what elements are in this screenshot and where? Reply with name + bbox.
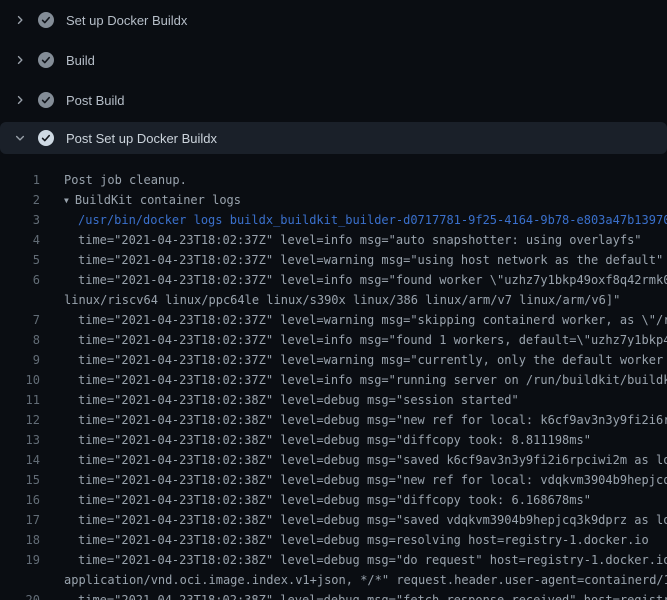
log-line: 3/usr/bin/docker logs buildx_buildkit_bu…	[0, 210, 667, 230]
log-line-number	[0, 290, 40, 310]
log-line-number[interactable]: 20	[0, 590, 40, 600]
check-circle-icon	[38, 130, 54, 146]
log-line: 5time="2021-04-23T18:02:37Z" level=warni…	[0, 250, 667, 270]
log-group-label: BuildKit container logs	[75, 193, 241, 207]
log-line: 15time="2021-04-23T18:02:38Z" level=debu…	[0, 470, 667, 490]
log-line-text: time="2021-04-23T18:02:37Z" level=warnin…	[40, 310, 667, 330]
log-output: 1Post job cleanup.2 ▼ BuildKit container l…	[0, 170, 667, 600]
log-line-number[interactable]: 14	[0, 450, 40, 470]
log-line: 14time="2021-04-23T18:02:38Z" level=debu…	[0, 450, 667, 470]
log-line: 4time="2021-04-23T18:02:37Z" level=info …	[0, 230, 667, 250]
log-line-text: time="2021-04-23T18:02:37Z" level=warnin…	[40, 250, 663, 270]
log-line: 11time="2021-04-23T18:02:38Z" level=debu…	[0, 390, 667, 410]
log-line: 20time="2021-04-23T18:02:38Z" level=debu…	[0, 590, 667, 600]
log-line-text: time="2021-04-23T18:02:38Z" level=debug …	[40, 530, 649, 550]
log-line-text: Post job cleanup.	[40, 170, 187, 190]
log-line-text: time="2021-04-23T18:02:38Z" level=debug …	[40, 430, 591, 450]
log-line-number[interactable]: 2	[0, 190, 40, 210]
log-line-text: time="2021-04-23T18:02:38Z" level=debug …	[40, 550, 667, 570]
step-row-post-set-up-docker-buildx[interactable]: Post Set up Docker Buildx	[0, 122, 667, 154]
log-line-number[interactable]: 17	[0, 510, 40, 530]
check-circle-icon	[38, 12, 54, 28]
log-line-number[interactable]: 15	[0, 470, 40, 490]
log-line-number[interactable]: 4	[0, 230, 40, 250]
log-line-number[interactable]: 18	[0, 530, 40, 550]
log-line-number[interactable]: 10	[0, 370, 40, 390]
step-label: Set up Docker Buildx	[66, 13, 187, 28]
chevron-right-icon	[12, 92, 28, 108]
log-line-text: time="2021-04-23T18:02:38Z" level=debug …	[40, 390, 519, 410]
log-line: 13time="2021-04-23T18:02:38Z" level=debu…	[0, 430, 667, 450]
check-circle-icon	[38, 52, 54, 68]
step-label: Post Build	[66, 93, 125, 108]
log-line-text: time="2021-04-23T18:02:38Z" level=debug …	[40, 590, 667, 600]
log-line: 1Post job cleanup.	[0, 170, 667, 190]
log-line-text: linux/riscv64 linux/ppc64le linux/s390x …	[40, 290, 620, 310]
log-line-text: time="2021-04-23T18:02:38Z" level=debug …	[40, 490, 591, 510]
log-line-number[interactable]: 9	[0, 350, 40, 370]
log-line-number[interactable]: 12	[0, 410, 40, 430]
step-row-set-up-docker-buildx[interactable]: Set up Docker Buildx	[0, 0, 667, 40]
log-line: 12time="2021-04-23T18:02:38Z" level=debu…	[0, 410, 667, 430]
log-line: 17time="2021-04-23T18:02:38Z" level=debu…	[0, 510, 667, 530]
log-line-number[interactable]: 3	[0, 210, 40, 230]
log-line: 7time="2021-04-23T18:02:37Z" level=warni…	[0, 310, 667, 330]
log-line: 19time="2021-04-23T18:02:38Z" level=debu…	[0, 550, 667, 570]
log-line-text: time="2021-04-23T18:02:37Z" level=info m…	[40, 330, 667, 350]
log-line: 18time="2021-04-23T18:02:38Z" level=debu…	[0, 530, 667, 550]
log-line-text: time="2021-04-23T18:02:38Z" level=debug …	[40, 450, 667, 470]
log-line-text: time="2021-04-23T18:02:37Z" level=warnin…	[40, 350, 667, 370]
log-line-text: time="2021-04-23T18:02:38Z" level=debug …	[40, 410, 667, 430]
log-line: 10time="2021-04-23T18:02:37Z" level=info…	[0, 370, 667, 390]
step-row-post-build[interactable]: Post Build	[0, 80, 667, 120]
log-line-number[interactable]: 11	[0, 390, 40, 410]
log-line-text: ▼ BuildKit container logs	[40, 190, 241, 210]
log-line-number[interactable]: 6	[0, 270, 40, 290]
log-line-number[interactable]: 13	[0, 430, 40, 450]
step-label: Post Set up Docker Buildx	[66, 131, 217, 146]
log-line-text: application/vnd.oci.image.index.v1+json,…	[40, 570, 667, 590]
chevron-down-icon	[12, 130, 28, 146]
log-line-number	[0, 570, 40, 590]
step-list: Set up Docker Buildx Build Post Build Post …	[0, 0, 667, 154]
log-line: 8time="2021-04-23T18:02:37Z" level=info …	[0, 330, 667, 350]
step-row-build[interactable]: Build	[0, 40, 667, 80]
log-line-text: time="2021-04-23T18:02:38Z" level=debug …	[40, 470, 667, 490]
step-label: Build	[66, 53, 95, 68]
log-line-number[interactable]: 7	[0, 310, 40, 330]
log-line: 6time="2021-04-23T18:02:37Z" level=info …	[0, 270, 667, 290]
log-line-number[interactable]: 19	[0, 550, 40, 570]
log-line-text: time="2021-04-23T18:02:38Z" level=debug …	[40, 510, 667, 530]
log-line: application/vnd.oci.image.index.v1+json,…	[0, 570, 667, 590]
log-line: 9time="2021-04-23T18:02:37Z" level=warni…	[0, 350, 667, 370]
log-line-number[interactable]: 5	[0, 250, 40, 270]
actions-log-panel: Set up Docker Buildx Build Post Build Post …	[0, 0, 667, 600]
check-circle-icon	[38, 92, 54, 108]
log-line-text: time="2021-04-23T18:02:37Z" level=info m…	[40, 230, 642, 250]
log-line-text: time="2021-04-23T18:02:37Z" level=info m…	[40, 270, 667, 290]
chevron-right-icon	[12, 12, 28, 28]
log-line: 16time="2021-04-23T18:02:38Z" level=debu…	[0, 490, 667, 510]
triangle-down-icon[interactable]: ▼	[64, 191, 69, 210]
chevron-right-icon	[12, 52, 28, 68]
log-command-text: /usr/bin/docker logs buildx_buildkit_bui…	[40, 210, 667, 230]
log-line-text: time="2021-04-23T18:02:37Z" level=info m…	[40, 370, 667, 390]
log-line: linux/riscv64 linux/ppc64le linux/s390x …	[0, 290, 667, 310]
log-line: 2 ▼ BuildKit container logs	[0, 190, 667, 210]
log-line-number[interactable]: 16	[0, 490, 40, 510]
log-line-number[interactable]: 1	[0, 170, 40, 190]
log-line-number[interactable]: 8	[0, 330, 40, 350]
